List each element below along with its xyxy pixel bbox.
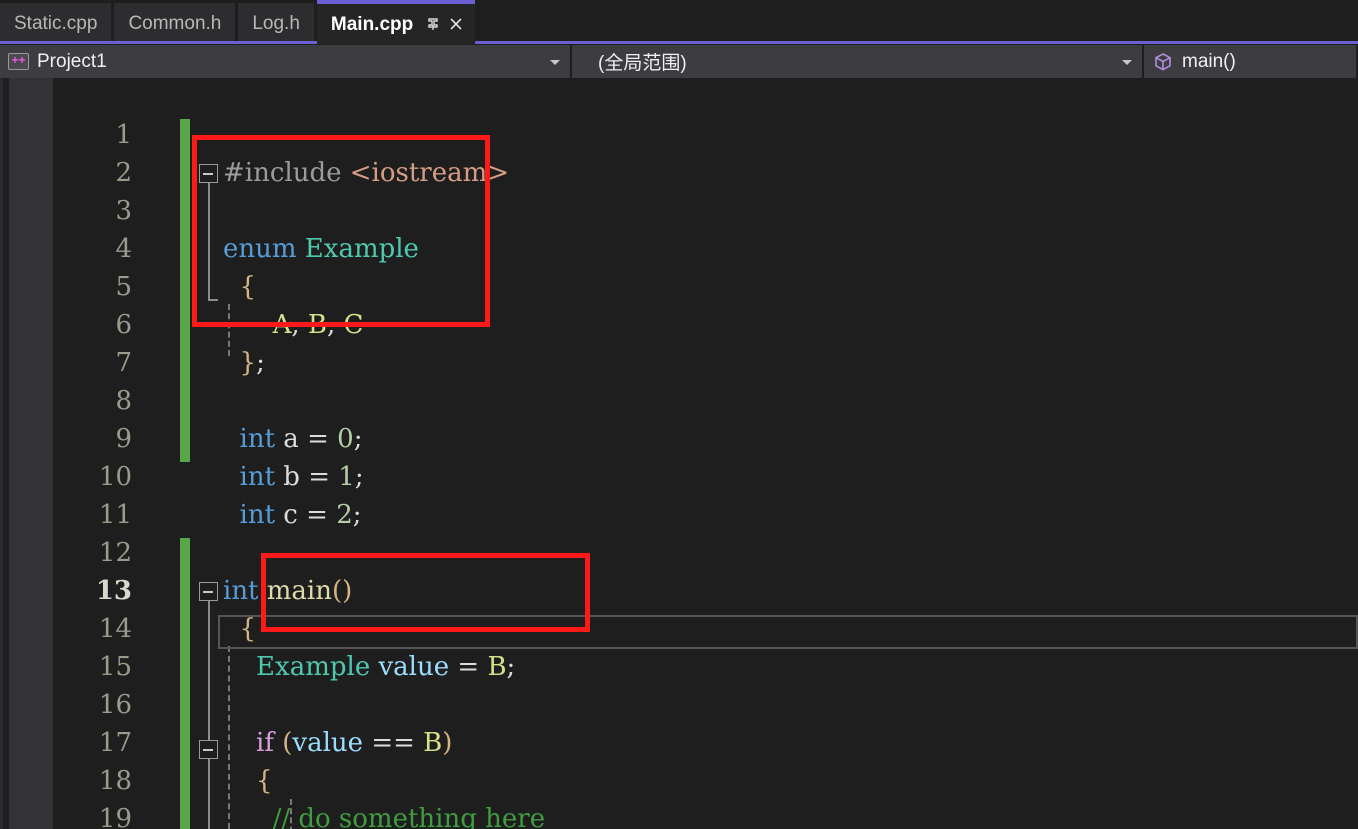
member-selector-label: main() [1182, 50, 1236, 72]
tab-log-h[interactable]: Log.h [238, 3, 314, 44]
visual-studio-window: Static.cpp Common.h Log.h Main.cpp ++ Pr… [0, 0, 1358, 829]
scope-selector-dropdown[interactable]: (全局范围) [572, 45, 1142, 78]
code-line[interactable]: 14 Example value = B; [0, 572, 1358, 682]
project-selector-label: Project1 [37, 50, 107, 72]
cpp-project-icon: ++ [8, 53, 29, 70]
code-navigation-bar: ++ Project1 (全局范围) main() [0, 44, 1358, 78]
code-line[interactable]: 5 A, B, C [0, 230, 1358, 340]
code-line[interactable]: 1 #include <iostream> [0, 78, 1358, 188]
code-line[interactable]: 9 int b = 1; [0, 382, 1358, 492]
project-selector-dropdown[interactable]: ++ Project1 [0, 45, 570, 78]
code-line[interactable]: 8 int a = 0; [0, 344, 1358, 454]
tab-label: Main.cpp [330, 13, 414, 35]
chevron-down-icon[interactable] [550, 59, 560, 65]
pin-icon[interactable] [423, 13, 445, 35]
tab-common-h[interactable]: Common.h [114, 3, 236, 44]
code-line[interactable]: 2 [0, 116, 1358, 188]
code-line[interactable]: 18 // do something here [0, 724, 1358, 829]
code-line[interactable]: 17 { [0, 686, 1358, 796]
member-selector-dropdown[interactable]: main() [1144, 45, 1356, 78]
code-line[interactable]: 10 int c = 2; [0, 420, 1358, 530]
tab-static-cpp[interactable]: Static.cpp [0, 3, 112, 44]
code-editor[interactable]: 1 #include <iostream> 2 3 enum Example 4… [0, 78, 1358, 829]
tab-label: Common.h [128, 13, 222, 34]
code-lines-container[interactable]: 1 #include <iostream> 2 3 enum Example 4… [0, 78, 1358, 829]
code-line[interactable]: 19 } [0, 762, 1358, 829]
tab-main-cpp[interactable]: Main.cpp [316, 0, 476, 44]
tab-actions [423, 13, 467, 35]
code-line[interactable]: 16 if (value == B) [0, 648, 1358, 758]
code-line-current[interactable]: 13 { [0, 534, 1358, 644]
code-line[interactable]: 3 enum Example [0, 154, 1358, 264]
editor-tab-strip: Static.cpp Common.h Log.h Main.cpp [0, 0, 1358, 44]
code-line[interactable]: 6 }; [0, 268, 1358, 378]
scope-selector-label: (全局范围) [598, 53, 687, 74]
code-line[interactable]: 15 [0, 610, 1358, 682]
code-line[interactable]: 20 [0, 800, 1358, 829]
code-line[interactable]: 12 int main() [0, 496, 1358, 606]
code-line[interactable]: 7 [0, 306, 1358, 378]
code-line[interactable]: 11 [0, 458, 1358, 530]
code-line[interactable]: 4 { [0, 192, 1358, 302]
tab-label: Log.h [252, 13, 300, 34]
method-cube-icon [1152, 51, 1174, 73]
tab-label: Static.cpp [14, 13, 98, 34]
close-icon[interactable] [445, 13, 467, 35]
chevron-down-icon[interactable] [1122, 59, 1132, 65]
